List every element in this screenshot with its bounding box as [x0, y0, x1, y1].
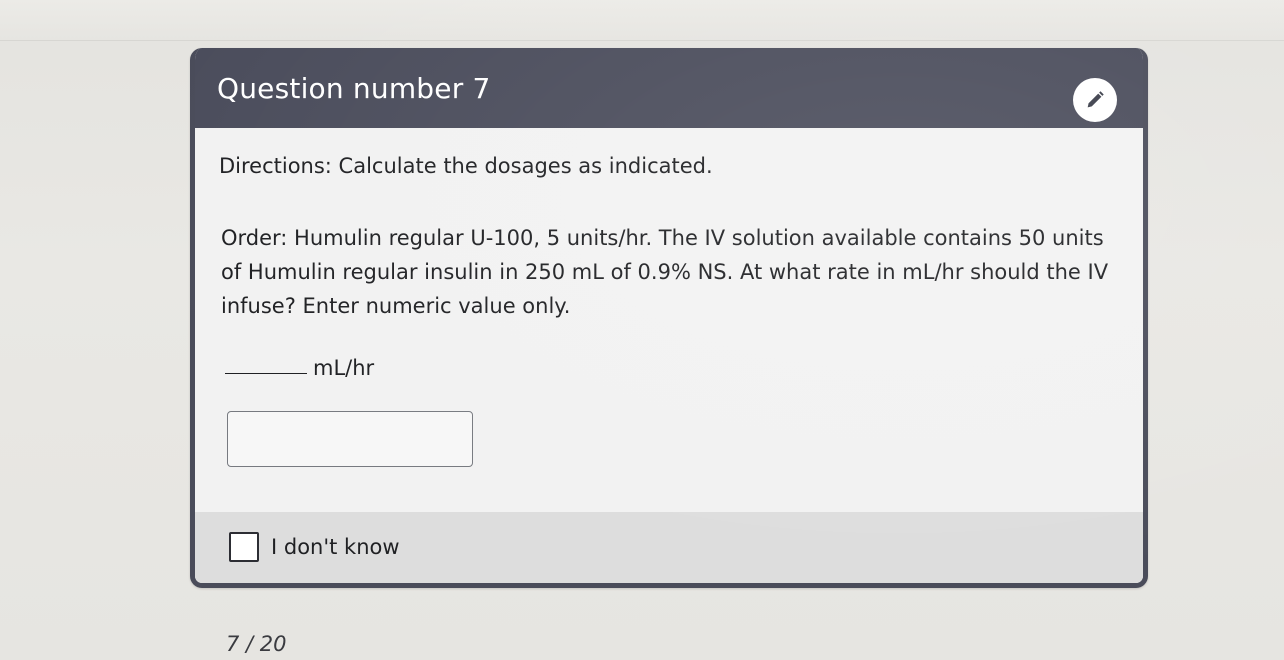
question-text: Order: Humulin regular U-100, 5 units/hr… [221, 226, 1109, 318]
unit-label: mL/hr [313, 356, 375, 380]
question-card: Question number 7 Directions: Calculate … [190, 48, 1148, 588]
dont-know-option[interactable]: I don't know [229, 532, 400, 562]
page-counter: 7 / 20 [226, 632, 287, 656]
directions-text: Directions: Calculate the dosages as ind… [219, 154, 713, 178]
dont-know-label: I don't know [271, 535, 400, 559]
question-header: Question number 7 [195, 48, 1143, 128]
screen-top-edge [0, 0, 1284, 41]
answer-blank-line [225, 373, 307, 374]
dont-know-checkbox[interactable] [229, 532, 259, 562]
question-footer: I don't know [195, 512, 1143, 583]
answer-input[interactable] [227, 411, 473, 467]
edit-button[interactable] [1073, 78, 1117, 122]
question-body: Directions: Calculate the dosages as ind… [195, 128, 1143, 513]
question-title: Question number 7 [217, 72, 491, 105]
pencil-icon [1087, 91, 1104, 108]
